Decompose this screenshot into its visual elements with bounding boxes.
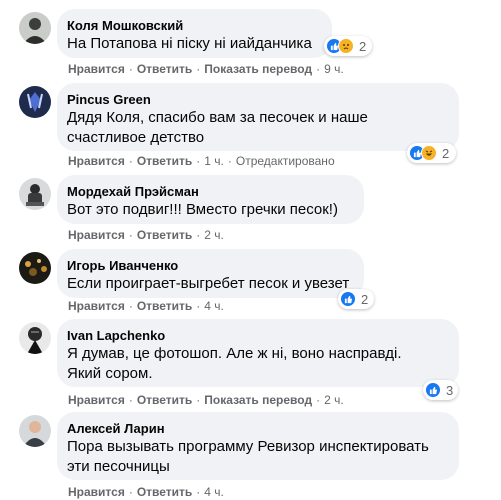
comment-author[interactable]: Коля Мошковский — [67, 17, 320, 34]
comment-actions: Нравится · Ответить · 4 ч. — [68, 298, 224, 314]
reaction-count: 2 — [442, 145, 450, 161]
like-link[interactable]: Нравится — [68, 62, 125, 76]
comment-text: Я думав, це фотошоп. Але ж ні, воно насп… — [67, 345, 402, 362]
avatar[interactable] — [19, 86, 51, 118]
comment-author[interactable]: Pincus Green — [67, 91, 447, 108]
comment-author[interactable]: Алексей Ларин — [67, 420, 447, 437]
separator: · — [196, 154, 201, 168]
comment-text: Пора вызывать программу Ревизор инспекти… — [67, 438, 429, 455]
avatar[interactable] — [19, 252, 51, 284]
comment-time[interactable]: 4 ч. — [204, 299, 224, 313]
comment-bubble: Алексей Ларин Пора вызывать программу Ре… — [57, 412, 459, 480]
separator: · — [128, 393, 133, 407]
avatar[interactable] — [19, 415, 51, 447]
comment-bubble: Игорь Иванченко Если проиграет-выгребет … — [57, 249, 364, 298]
comment-actions: Нравится · Ответить · 4 ч. — [68, 484, 224, 500]
haha-icon — [421, 145, 437, 161]
separator: · — [128, 299, 133, 313]
comment-actions: Нравится · Ответить · Показать перевод · 9 ч. — [68, 61, 344, 77]
separator: · — [196, 228, 201, 242]
like-link[interactable]: Нравится — [68, 228, 125, 242]
separator: · — [196, 393, 201, 407]
separator: · — [196, 299, 201, 313]
comment-author[interactable]: Игорь Иванченко — [67, 257, 352, 274]
reaction-summary[interactable]: 2 — [324, 36, 372, 56]
comment-actions: Нравится · Ответить · 1 ч. · Отредактировано — [68, 153, 335, 169]
edited-label: Отредактировано — [235, 154, 335, 168]
separator: · — [128, 485, 133, 499]
comment-time[interactable]: 2 ч. — [324, 393, 344, 407]
reaction-summary[interactable]: 2 — [407, 143, 456, 163]
comment-bubble: Ivan Lapchenko Я думав, це фотошоп. Але … — [57, 319, 459, 387]
comment-actions: Нравится · Ответить · Показать перевод · 2 ч. — [68, 392, 344, 408]
translate-link[interactable]: Показать перевод — [204, 62, 312, 76]
comment-text: Вот это подвиг!!! Вместо гречки песок!) — [67, 201, 338, 218]
comment-time[interactable]: 4 ч. — [204, 485, 224, 499]
translate-link[interactable]: Показать перевод — [204, 393, 312, 407]
separator: · — [227, 154, 232, 168]
comment-bubble: Pincus Green Дядя Коля, спасибо вам за п… — [57, 83, 459, 151]
comment-text: Если проиграет-выгребет песок и увезет — [67, 275, 350, 292]
separator: · — [128, 62, 133, 76]
reply-link[interactable]: Ответить — [137, 299, 192, 313]
comment-text: Дядя Коля, спасибо вам за песочек и наше — [67, 109, 368, 126]
separator: · — [316, 62, 321, 76]
reply-link[interactable]: Ответить — [137, 62, 192, 76]
like-link[interactable]: Нравится — [68, 393, 125, 407]
comment-author[interactable]: Мордехай Прэйсман — [67, 183, 352, 200]
reaction-count: 2 — [361, 291, 369, 307]
separator: · — [316, 393, 321, 407]
reply-link[interactable]: Ответить — [137, 154, 192, 168]
reply-link[interactable]: Ответить — [137, 393, 192, 407]
like-icon — [425, 382, 441, 398]
comment-text: Який сором. — [67, 365, 153, 382]
comment-bubble: Коля Мошковский На Потапова ні піску ні … — [57, 9, 332, 58]
sad-icon — [338, 38, 354, 54]
reaction-summary[interactable]: 3 — [423, 380, 458, 400]
like-link[interactable]: Нравится — [68, 299, 125, 313]
avatar[interactable] — [19, 322, 51, 354]
comment-text: эти песочницы — [67, 458, 170, 475]
comment-time[interactable]: 9 ч. — [324, 62, 344, 76]
separator: · — [128, 228, 133, 242]
reaction-count: 2 — [359, 38, 367, 54]
separator: · — [196, 485, 201, 499]
avatar[interactable] — [19, 178, 51, 210]
comment-author[interactable]: Ivan Lapchenko — [67, 327, 447, 344]
separator: · — [196, 62, 201, 76]
comment-text: счастливое детство — [67, 129, 205, 146]
like-link[interactable]: Нравится — [68, 154, 125, 168]
reaction-count: 3 — [446, 382, 454, 398]
like-icon — [340, 291, 356, 307]
like-link[interactable]: Нравится — [68, 485, 125, 499]
comment-time[interactable]: 1 ч. — [204, 154, 224, 168]
comment-actions: Нравится · Ответить · 2 ч. — [68, 227, 224, 243]
comment-time[interactable]: 2 ч. — [204, 228, 224, 242]
comment-text: На Потапова ні піску ні иайданчика — [67, 35, 312, 52]
reaction-summary[interactable]: 2 — [338, 289, 374, 309]
comment-bubble: Мордехай Прэйсман Вот это подвиг!!! Вмес… — [57, 175, 364, 224]
avatar[interactable] — [19, 12, 51, 44]
reply-link[interactable]: Ответить — [137, 485, 192, 499]
separator: · — [128, 154, 133, 168]
reply-link[interactable]: Ответить — [137, 228, 192, 242]
